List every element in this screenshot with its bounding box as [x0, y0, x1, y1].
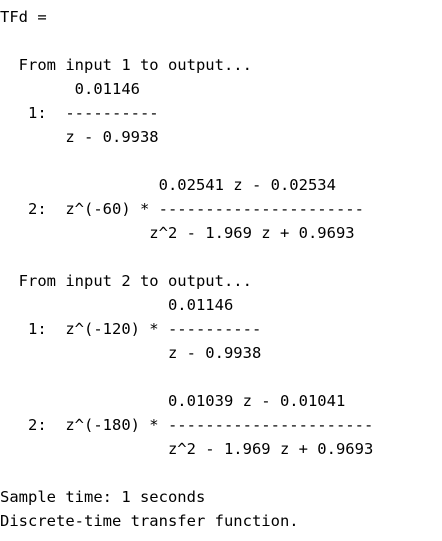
model-type-line: Discrete-time transfer function. — [0, 512, 299, 530]
tf-12-fraction-line: 1: z^(-120) * ---------- — [0, 320, 262, 338]
tf-21-denominator: z^2 - 1.969 z + 0.9693 — [0, 224, 355, 242]
tf-21-numerator: 0.02541 z - 0.02534 — [0, 176, 336, 194]
tf-11-numerator: 0.01146 — [0, 80, 140, 98]
tf-22-denominator: z^2 - 1.969 z + 0.9693 — [0, 440, 374, 458]
tf-22-numerator: 0.01039 z - 0.01041 — [0, 392, 346, 410]
tf-11-denominator: z - 0.9938 — [0, 128, 159, 146]
tf-12-numerator: 0.01146 — [0, 296, 234, 314]
input2-header-line: From input 2 to output... — [0, 272, 252, 290]
input1-header-line: From input 1 to output... — [0, 56, 252, 74]
tf-21-fraction-line: 2: z^(-60) * ---------------------- — [0, 200, 364, 218]
tf-11-fraction-line: 1: ---------- — [0, 104, 159, 122]
variable-name-line: TFd = — [0, 8, 47, 26]
tf-12-denominator: z - 0.9938 — [0, 344, 262, 362]
tf-22-fraction-line: 2: z^(-180) * ---------------------- — [0, 416, 374, 434]
sample-time-line: Sample time: 1 seconds — [0, 488, 206, 506]
command-window-output: TFd = From input 1 to output... 0.01146 … — [0, 0, 442, 541]
